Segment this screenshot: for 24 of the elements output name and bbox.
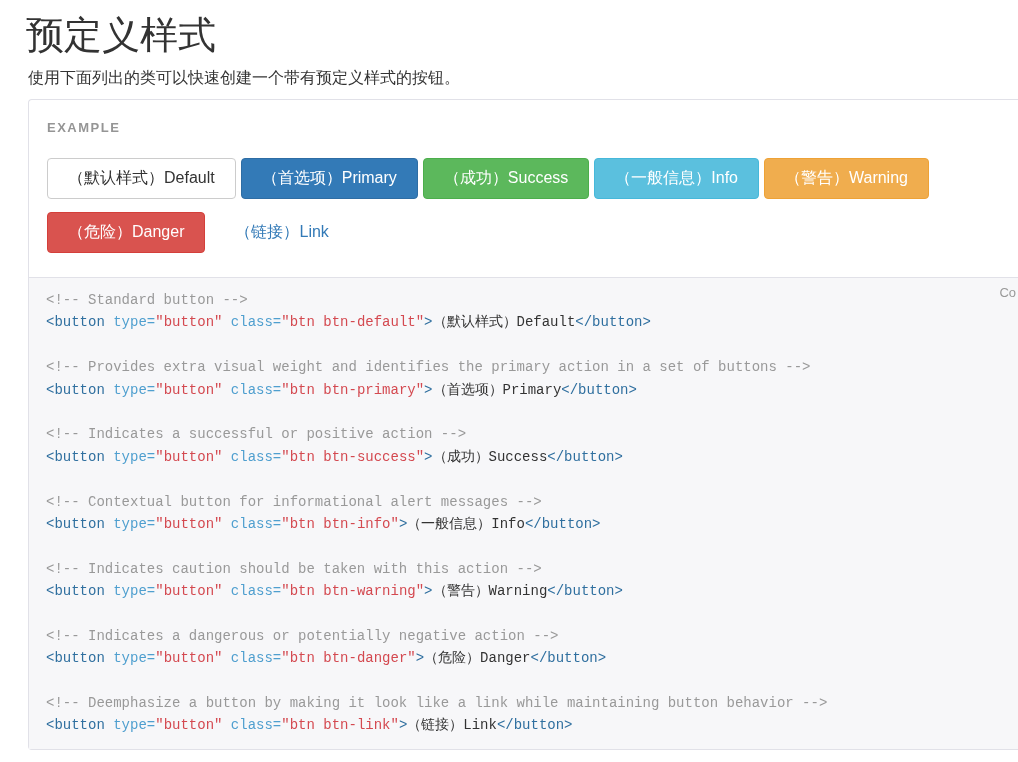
code-comment: <!-- Contextual button for informational alert messages --> xyxy=(46,492,542,512)
code-line: <button type="button" class="btn btn-danger">（危险）Danger</button> xyxy=(46,649,607,669)
code-line: <button type="button" class="btn btn-link">（链接）Link</button> xyxy=(46,716,573,736)
code-comment: <!-- Indicates a successful or positive action --> xyxy=(46,425,467,445)
code-line: <button type="button" class="btn btn-primary">（首选项）Primary</button> xyxy=(46,380,637,400)
code-comment: <!-- Standard button --> xyxy=(46,291,248,310)
code-line: <button type="button" class="btn btn-info">（一般信息）Info</button> xyxy=(46,514,601,534)
example-button[interactable]: （成功）Success xyxy=(422,158,590,199)
code-comment: <!-- Deemphasize a button by making it look like a link while maintaining button behavior --> xyxy=(46,694,828,714)
code-comment: <!-- Indicates a dangerous or potentially negative action --> xyxy=(46,626,559,646)
example-label: EXAMPLE xyxy=(47,119,122,137)
copy-button[interactable]: Co xyxy=(999,284,1016,302)
intro-text: 使用下面列出的类可以快速创建一个带有预定义样式的按钮。 xyxy=(28,68,461,88)
code-comment: <!-- Provides extra visual weight and identifies the primary action in a set of buttons --> xyxy=(46,358,811,378)
page-heading: 预定义样式 xyxy=(26,13,217,58)
code-line: <button type="button" class="btn btn-warning">（警告）Warning</button> xyxy=(46,582,623,602)
code-line: <button type="button" class="btn btn-default">（默认样式）Default</button> xyxy=(46,313,651,333)
link-button[interactable]: （链接）Link xyxy=(210,212,354,253)
example-button[interactable]: （一般信息）Info xyxy=(594,158,759,199)
example-button[interactable]: （默认样式）Default xyxy=(47,158,236,199)
code-line: <button type="button" class="btn btn-success">（成功）Success</button> xyxy=(46,447,623,467)
code-comment: <!-- Indicates caution should be taken with this action --> xyxy=(46,559,542,579)
example-button[interactable]: （危险）Danger xyxy=(47,212,206,253)
example-button[interactable]: （首选项）Primary xyxy=(240,158,418,199)
